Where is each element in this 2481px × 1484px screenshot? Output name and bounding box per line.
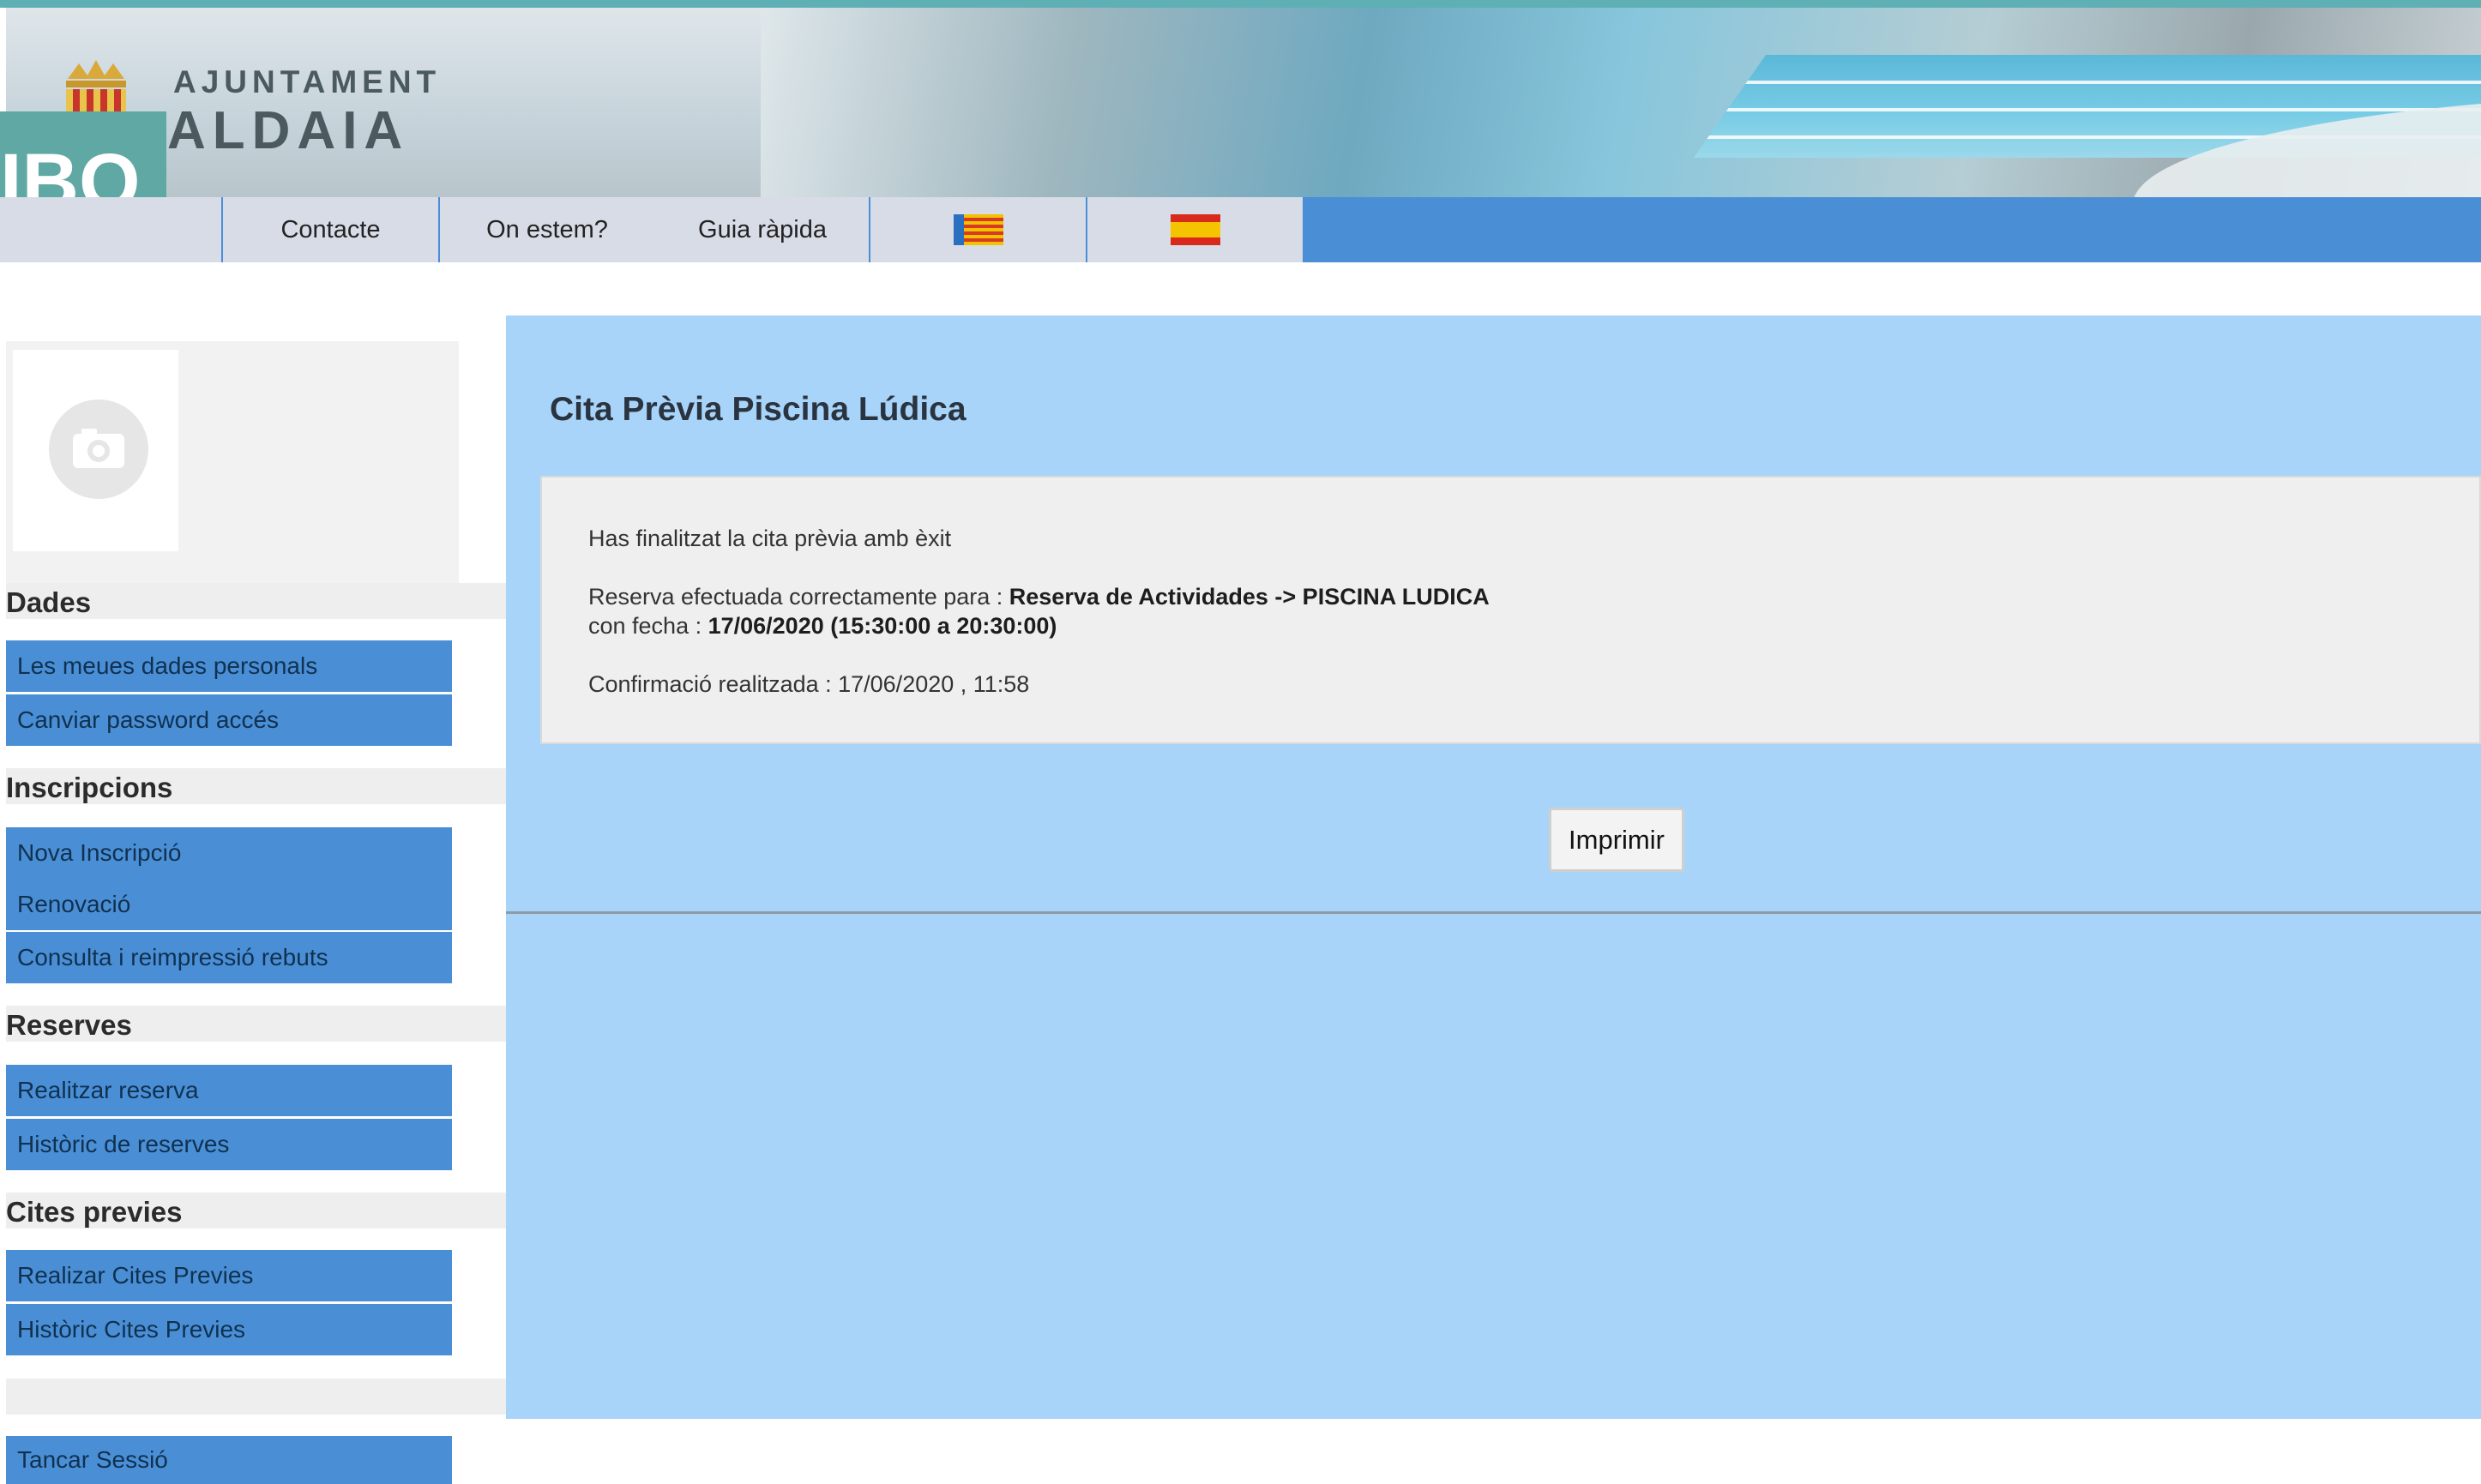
org-prefix: AJUNTAMENT <box>173 64 442 99</box>
pool-photo <box>761 8 2481 197</box>
menu-historic-reserves[interactable]: Històric de reserves <box>6 1119 452 1170</box>
section-spacer <box>6 1379 506 1415</box>
menu-realitzar-reserva[interactable]: Realitzar reserva <box>6 1065 452 1116</box>
section-cites-previes: Cites previes <box>6 1193 506 1229</box>
top-nav: Contacte On estem? Guia ràpida <box>0 197 2481 262</box>
top-accent-strip <box>0 0 2481 8</box>
nav-spanish[interactable] <box>1086 197 1303 262</box>
menu-canviar-password[interactable]: Canviar password accés <box>6 694 452 746</box>
reserva-value: Reserva de Actividades -> PISCINA LUDICA <box>1009 584 1490 610</box>
reserva-prefix: Reserva efectuada correctamente para : <box>588 584 1009 610</box>
nav-guia-rapida[interactable]: Guia ràpida <box>654 197 870 262</box>
nav-valencian[interactable] <box>869 197 1086 262</box>
fecha-prefix: con fecha : <box>588 613 708 639</box>
confirmation-line: Confirmació realitzada : 17/06/2020 , 11… <box>588 671 1030 697</box>
nav-on-estem[interactable]: On estem? <box>438 197 654 262</box>
profile-photo-box <box>6 341 459 583</box>
reserva-line: Reserva efectuada correctamente para : R… <box>588 584 1490 610</box>
nav-contacte[interactable]: Contacte <box>221 197 438 262</box>
menu-historic-cites[interactable]: Històric Cites Previes <box>6 1304 452 1355</box>
menu-realizar-cites[interactable]: Realizar Cites Previes <box>6 1250 452 1301</box>
main-content: Cita Prèvia Piscina Lúdica Has finalitza… <box>506 315 2481 1419</box>
success-message: Has finalitzat la cita prèvia amb èxit <box>588 526 952 551</box>
menu-nova-inscripcio[interactable]: Nova Inscripció <box>6 827 452 879</box>
print-button[interactable]: Imprimir <box>1549 808 1684 872</box>
menu-dades-personals[interactable]: Les meues dades personals <box>6 640 452 692</box>
org-name: ALDAIA <box>167 101 410 160</box>
valencian-flag-icon <box>953 214 1003 245</box>
camera-icon <box>49 400 148 499</box>
fecha-value: 17/06/2020 (15:30:00 a 20:30:00) <box>708 613 1057 639</box>
section-reserves: Reserves <box>6 1006 506 1042</box>
nav-blank <box>0 197 221 262</box>
confirmation-box: Has finalitzat la cita prèvia amb èxit R… <box>540 476 2481 744</box>
content-divider <box>506 911 2481 914</box>
header-banner: AJUNTAMENT ALDAIA <box>6 8 2481 197</box>
menu-renovacio[interactable]: Renovació <box>6 879 452 930</box>
spain-flag-icon <box>1170 214 1220 245</box>
menu-consulta-rebuts[interactable]: Consulta i reimpressió rebuts <box>6 932 452 983</box>
fecha-line: con fecha : 17/06/2020 (15:30:00 a 20:30… <box>588 613 1057 640</box>
section-dades: Dades <box>6 583 506 619</box>
logout-button[interactable]: Tancar Sessió <box>6 1436 452 1484</box>
section-inscripcions: Inscripcions <box>6 768 506 804</box>
page-title: Cita Prèvia Piscina Lúdica <box>550 391 967 428</box>
profile-photo[interactable] <box>13 350 178 551</box>
sidebar: Dades Les meues dades personals Canviar … <box>6 315 506 1484</box>
